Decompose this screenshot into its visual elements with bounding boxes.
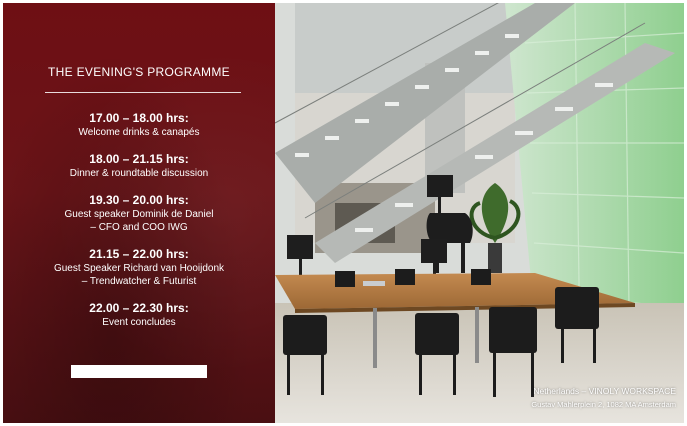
venue-caption: Netherlands – VINOLY WORKSPACE Gustav Ma… <box>531 386 676 409</box>
office-interior-illustration <box>275 3 684 423</box>
programme-item: 21.15 – 22.00 hrs: Guest Speaker Richard… <box>3 247 275 288</box>
item-time: 19.30 – 20.00 hrs: <box>89 193 189 207</box>
programme-item: 18.00 – 21.15 hrs: Dinner & roundtable d… <box>3 152 275 180</box>
venue-location: Netherlands – VINOLY WORKSPACE <box>533 386 676 396</box>
programme-list: 17.00 – 18.00 hrs: Welcome drinks & cana… <box>3 111 275 342</box>
venue-address: Gustav Mahlerplein 2, 1082 MA Amsterdam <box>531 400 676 409</box>
venue-photo: Netherlands – VINOLY WORKSPACE Gustav Ma… <box>275 3 684 423</box>
title-divider <box>45 92 241 93</box>
event-card: THE EVENING'S PROGRAMME 17.00 – 18.00 hr… <box>3 3 684 423</box>
item-description: Welcome drinks & canapés <box>78 127 200 138</box>
item-description: – CFO and COO IWG <box>90 222 188 233</box>
item-description: Dinner & roundtable discussion <box>69 168 209 179</box>
item-description: Guest Speaker Richard van Hooijdonk <box>53 263 225 274</box>
item-time: 22.00 – 22.30 hrs: <box>89 301 189 315</box>
programme-item: 22.00 – 22.30 hrs: Event concludes <box>3 301 275 329</box>
item-time: 21.15 – 22.00 hrs: <box>89 247 189 261</box>
item-description: Event concludes <box>102 317 176 328</box>
programme-item: 17.00 – 18.00 hrs: Welcome drinks & cana… <box>3 111 275 139</box>
item-description: Guest speaker Dominik de Daniel <box>64 209 214 220</box>
programme-panel: THE EVENING'S PROGRAMME 17.00 – 18.00 hr… <box>3 3 275 423</box>
item-time: 18.00 – 21.15 hrs: <box>89 152 189 166</box>
item-time: 17.00 – 18.00 hrs: <box>89 111 189 125</box>
programme-title: THE EVENING'S PROGRAMME <box>48 65 230 79</box>
item-description: – Trendwatcher & Futurist <box>81 276 197 287</box>
blank-white-bar <box>71 365 207 378</box>
programme-item: 19.30 – 20.00 hrs: Guest speaker Dominik… <box>3 193 275 234</box>
